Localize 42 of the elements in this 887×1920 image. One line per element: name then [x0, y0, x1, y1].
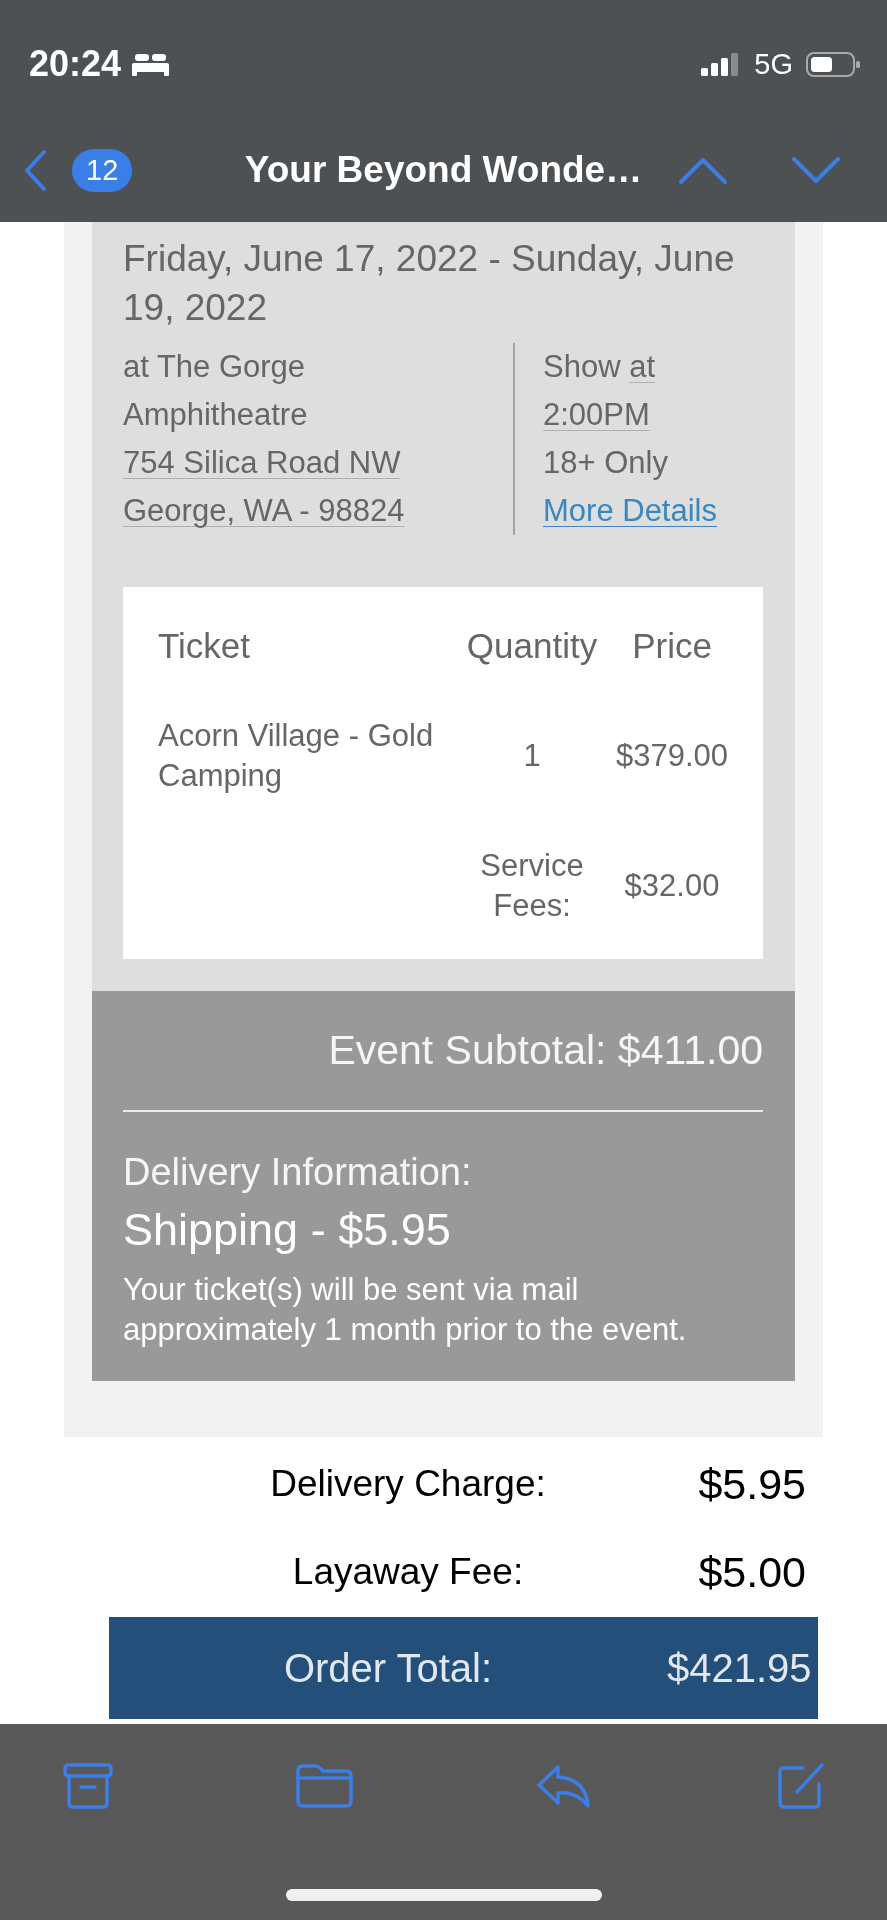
address-link[interactable]: 754 Silica Road NW: [123, 439, 401, 487]
column-header: Quantity: [466, 626, 598, 666]
venue-text: at The Gorge: [123, 348, 306, 386]
nav-title: Your Beyond Wonde…: [244, 148, 643, 192]
table-cell-text: Acorn Village - Gold Camping: [158, 717, 435, 795]
charge-amount: $5.95: [698, 1459, 806, 1509]
compose-icon[interactable]: [775, 1761, 826, 1810]
folder-icon[interactable]: [296, 1763, 353, 1808]
charge-label: Delivery Charge:: [270, 1462, 546, 1506]
charge-amount: $5.00: [698, 1547, 806, 1597]
chevron-up-icon[interactable]: [678, 155, 728, 185]
back-icon[interactable]: [23, 148, 48, 192]
signal-icon: [701, 52, 741, 76]
delivery-note-text: Your ticket(s) will be sent via mail approximately 1 month prior to the event.: [123, 1271, 688, 1349]
column-header: Price: [632, 626, 712, 666]
table-cell-text: $379.00: [615, 737, 729, 775]
network-label: 5G: [754, 48, 793, 80]
unread-badge: 12: [72, 148, 133, 192]
address-link[interactable]: George, WA - 98824: [123, 487, 405, 535]
details-link[interactable]: More Details: [543, 487, 717, 535]
chevron-down-icon[interactable]: [791, 155, 841, 185]
order-total-amount: $421.95: [667, 1645, 812, 1692]
table-cell-text: Service Fees:: [479, 847, 585, 925]
show-info-text: Show at: [543, 348, 656, 386]
battery-icon: [806, 51, 860, 77]
bed-icon: [132, 52, 170, 76]
delivery-heading: Delivery Information:: [123, 1150, 472, 1195]
archive-box-icon[interactable]: [63, 1762, 113, 1809]
venue-text: Amphitheatre: [123, 396, 308, 434]
order-total-label: Order Total:: [283, 1645, 493, 1692]
event-date-text: Friday, June 17, 2022 - Sunday, June 19, 2022: [123, 237, 736, 330]
table-cell-text: 1: [523, 737, 541, 775]
delivery-method-text: Shipping - $5.95: [123, 1204, 451, 1256]
table-cell-text: $32.00: [624, 867, 720, 905]
reply-icon[interactable]: [536, 1762, 592, 1809]
time-link[interactable]: 2:00PM: [543, 391, 650, 439]
time-link[interactable]: at: [629, 349, 656, 384]
charge-label: Layaway Fee:: [292, 1550, 524, 1594]
column-header: Ticket: [158, 626, 251, 666]
show-info-text: 18+ Only: [543, 444, 668, 482]
status-time: 20:24: [29, 44, 122, 84]
event-subtotal-text: Event Subtotal: $411.00: [328, 1026, 763, 1075]
